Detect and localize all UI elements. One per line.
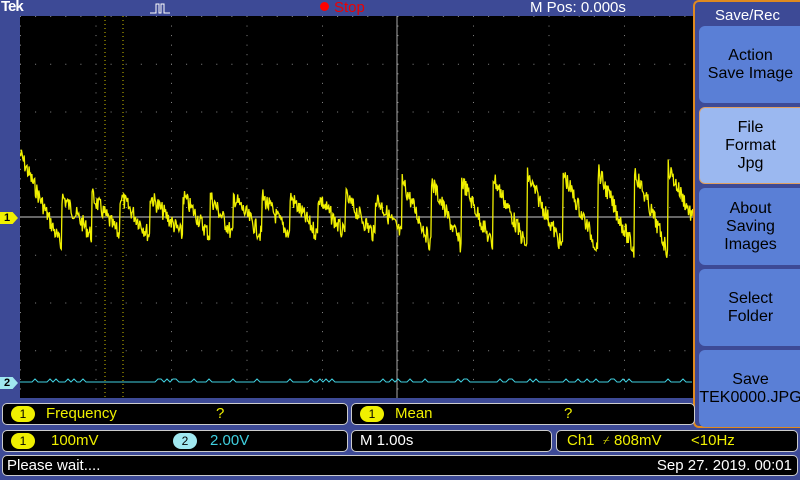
ch2-scale: 2.00V — [210, 432, 250, 449]
menu-button-label: Saving — [726, 217, 775, 235]
ch1-badge: 1 — [360, 406, 384, 422]
menu-button-action-save-image[interactable]: Action Save Image — [699, 26, 800, 103]
channel-scales[interactable]: 1 100mV 2 2.00V — [2, 430, 348, 452]
menu-button-label: TEK0000.JPG — [699, 388, 800, 406]
trigger-readout[interactable]: Ch1 ⌿ 808mV <10Hz — [556, 430, 798, 452]
menu-button-label: Save — [732, 370, 769, 388]
stop-indicator-icon — [320, 2, 329, 11]
ch1-scale: 100mV — [51, 432, 99, 449]
menu-button-label: About — [729, 199, 772, 217]
top-bar: Tek Stop M Pos: 0.000s — [0, 0, 800, 16]
waveform-display[interactable] — [20, 16, 693, 398]
measurement-value: ? — [564, 405, 573, 422]
timebase-value: M 1.00s — [360, 432, 414, 449]
trigger-pulse-icon — [150, 3, 170, 14]
menu-button-select-folder[interactable]: Select Folder — [699, 269, 800, 346]
save-recall-menu: Save/Rec Action Save Image File Format Jpg Ab… — [693, 0, 800, 428]
trigger-source: Ch1 — [567, 432, 595, 449]
run-state: Stop — [334, 0, 365, 16]
status-message: Please wait.... — [7, 457, 101, 474]
brand-logo: Tek — [1, 0, 24, 15]
menu-button-label: Folder — [727, 307, 774, 325]
date-time: Sep 27. 2019. 00:01 — [656, 457, 792, 474]
ch2-ground-marker[interactable]: 2 — [0, 377, 18, 389]
ch2-waveform — [20, 378, 692, 383]
ch2-badge: 2 — [173, 433, 197, 449]
menu-button-label: Select — [728, 289, 773, 307]
horizontal-position: M Pos: 0.000s — [530, 0, 626, 16]
timebase[interactable]: M 1.00s — [351, 430, 552, 452]
ch1-ground-marker[interactable]: 1 — [0, 212, 18, 224]
trigger-frequency: <10Hz — [691, 432, 735, 449]
menu-button-label: Save Image — [707, 64, 794, 82]
menu-button-label: File — [737, 118, 764, 136]
trigger-slope-icon: ⌿ — [603, 435, 610, 447]
menu-button-file-format-jpg[interactable]: File Format Jpg — [699, 107, 800, 184]
menu-button-save-tek0000-jpg[interactable]: Save TEK0000.JPG — [699, 350, 800, 427]
measurement-frequency[interactable]: 1 Frequency ? — [2, 403, 348, 425]
menu-button-label: Format — [725, 136, 776, 154]
menu-title: Save/Rec — [714, 7, 781, 24]
trigger-level: 808mV — [614, 432, 662, 449]
measurement-mean[interactable]: 1 Mean ? — [351, 403, 695, 425]
ch1-badge: 1 — [11, 406, 35, 422]
menu-button-about-saving-images[interactable]: About Saving Images — [699, 188, 800, 265]
ch1-waveform — [20, 149, 693, 258]
menu-button-label: Images — [724, 235, 777, 253]
menu-button-label: Jpg — [737, 154, 764, 172]
status-bar: Please wait.... Sep 27. 2019. 00:01 — [2, 455, 798, 476]
waveform-area — [20, 149, 693, 383]
measurement-name: Mean — [395, 405, 433, 422]
measurement-name: Frequency — [46, 405, 117, 422]
measurement-value: ? — [216, 405, 225, 422]
menu-button-label: Action — [728, 46, 773, 64]
ch1-badge: 1 — [11, 433, 35, 449]
